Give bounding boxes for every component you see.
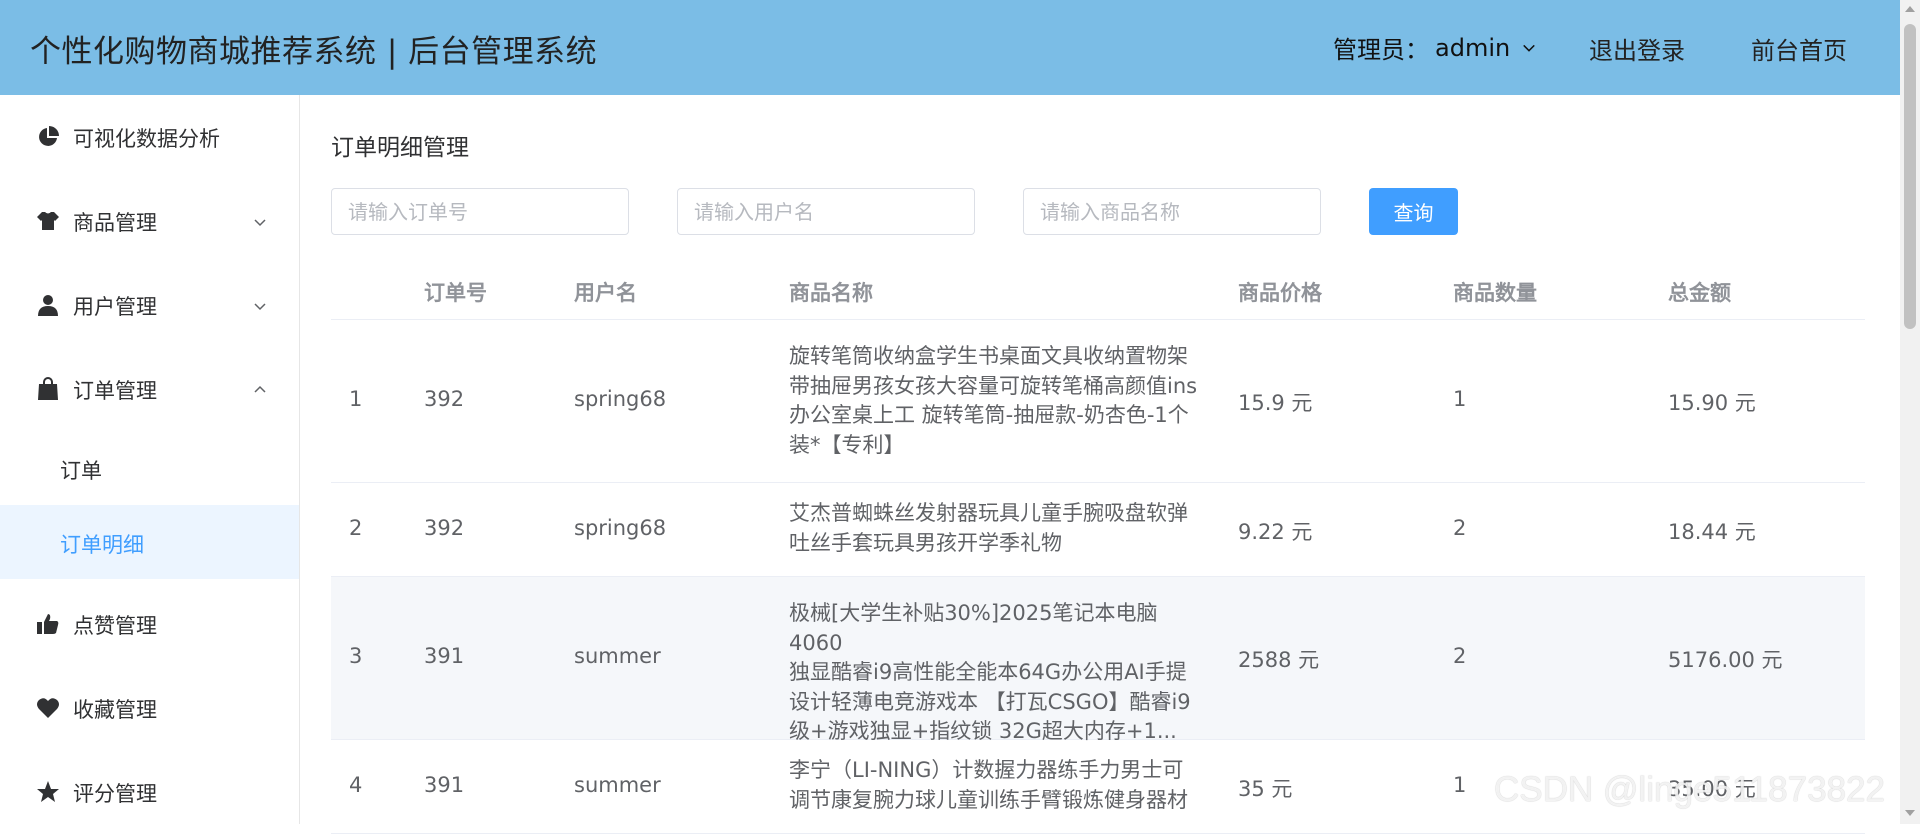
sidebar-subitem-order-details[interactable]: 订单明细 xyxy=(0,505,299,579)
pie-chart-icon xyxy=(39,126,59,146)
price-cell: 9.22 元 xyxy=(1238,520,1313,544)
heart-icon xyxy=(37,698,59,718)
column-header-total: 总金额 xyxy=(1668,281,1731,305)
price-cell: 15.9 元 xyxy=(1238,391,1313,415)
scroll-down-arrow-icon[interactable] xyxy=(1905,810,1915,816)
product-name-line: 调节康复腕力球儿童训练手臂锻炼健身器材 xyxy=(789,787,1188,812)
star-icon xyxy=(37,781,59,802)
quantity-cell: 2 xyxy=(1453,516,1467,540)
quantity-cell: 1 xyxy=(1453,773,1467,797)
sidebar-subitem-label: 订单明细 xyxy=(60,533,144,557)
quantity-cell: 1 xyxy=(1453,387,1467,411)
sidebar-item-products[interactable]: 商品管理 xyxy=(0,179,299,263)
table-header: 订单号 用户名 商品名称 商品价格 商品数量 总金额 xyxy=(331,262,1865,320)
chevron-down-icon xyxy=(254,219,266,227)
sidebar-item-label: 用户管理 xyxy=(73,295,157,319)
shopping-bag-icon xyxy=(38,377,58,400)
product-name-line: 装*【专利】 xyxy=(789,432,905,457)
sidebar-subitem-label: 订单 xyxy=(60,459,102,483)
sidebar-menu: 可视化数据分析 商品管理 用户管理 订单管理 订单 订单明细 点赞管理 收藏管理 xyxy=(0,95,300,824)
table-row[interactable]: 1 392 spring68 旋转笔筒收纳盒学生书桌面文具收纳置物架 带抽屉男孩… xyxy=(331,320,1865,483)
sidebar-item-label: 可视化数据分析 xyxy=(73,127,220,151)
total-cell: 18.44 元 xyxy=(1668,520,1756,544)
column-header-order-id: 订单号 xyxy=(424,281,487,305)
product-name-line: 设计轻薄电竞游戏本 【打瓦CSGO】酷睿i9 xyxy=(789,689,1191,714)
scroll-up-arrow-icon[interactable] xyxy=(1905,6,1915,12)
row-index: 1 xyxy=(349,387,363,411)
order-id-cell: 392 xyxy=(424,387,465,411)
order-id-cell: 392 xyxy=(424,516,465,540)
price-cell: 35 元 xyxy=(1238,777,1293,801)
table-row[interactable]: 2 392 spring68 艾杰普蜘蛛丝发射器玩具儿童手腕吸盘软弹 吐丝手套玩… xyxy=(331,483,1865,577)
thumbs-up-icon xyxy=(37,614,59,634)
column-header-price: 商品价格 xyxy=(1238,281,1322,305)
chevron-up-icon xyxy=(254,385,266,393)
frontpage-link[interactable]: 前台首页 xyxy=(1751,31,1847,66)
total-cell: 15.90 元 xyxy=(1668,391,1756,415)
order-id-cell: 391 xyxy=(424,644,465,668)
sidebar-item-ratings[interactable]: 评分管理 xyxy=(0,750,299,834)
product-name-line: 艾杰普蜘蛛丝发射器玩具儿童手腕吸盘软弹 xyxy=(789,501,1188,525)
top-header: 个性化购物商城推荐系统 | 后台管理系统 管理员： admin 退出登录 前台首… xyxy=(0,0,1900,95)
order-id-cell: 391 xyxy=(424,773,465,797)
price-cell: 2588 元 xyxy=(1238,648,1320,672)
product-name-line: 旋转笔筒收纳盒学生书桌面文具收纳置物架 xyxy=(789,344,1188,368)
username-cell: summer xyxy=(574,644,661,668)
column-header-quantity: 商品数量 xyxy=(1453,281,1537,305)
chevron-down-icon xyxy=(1523,44,1536,52)
username-cell: spring68 xyxy=(574,387,667,411)
sidebar-item-label: 收藏管理 xyxy=(73,698,157,722)
logout-link[interactable]: 退出登录 xyxy=(1589,31,1685,66)
product-name-input[interactable] xyxy=(1023,188,1321,235)
product-name-line: 极械[大学生补贴30%]2025笔记本电脑4060 xyxy=(789,601,1158,655)
row-index: 2 xyxy=(349,516,363,540)
product-name-line: 带抽屉男孩女孩大容量可旋转笔桶高颜值ins xyxy=(789,373,1198,398)
column-header-product-name: 商品名称 xyxy=(789,281,873,305)
row-index: 4 xyxy=(349,773,363,797)
sidebar-item-orders[interactable]: 订单管理 xyxy=(0,347,299,431)
product-name-cell: 旋转笔筒收纳盒学生书桌面文具收纳置物架 带抽屉男孩女孩大容量可旋转笔桶高颜值in… xyxy=(789,342,1209,460)
admin-name: admin xyxy=(1435,33,1511,62)
product-name-line: 吐丝手套玩具男孩开学季礼物 xyxy=(789,530,1062,555)
product-name-cell: 艾杰普蜘蛛丝发射器玩具儿童手腕吸盘软弹 吐丝手套玩具男孩开学季礼物 xyxy=(789,499,1209,558)
quantity-cell: 2 xyxy=(1453,644,1467,668)
sidebar-item-label: 商品管理 xyxy=(73,211,157,235)
sidebar-item-likes[interactable]: 点赞管理 xyxy=(0,582,299,666)
sidebar-item-data-analysis[interactable]: 可视化数据分析 xyxy=(0,95,299,179)
user-icon xyxy=(38,295,58,316)
username-cell: spring68 xyxy=(574,516,667,540)
watermark: CSDN @linge511873822 xyxy=(1494,770,1885,809)
total-cell: 5176.00 元 xyxy=(1668,648,1783,672)
tshirt-icon xyxy=(37,212,59,230)
username-input[interactable] xyxy=(677,188,975,235)
order-number-input[interactable] xyxy=(331,188,629,235)
product-name-line: 办公室桌上工 旋转笔筒-抽屉款-奶杏色-1个 xyxy=(789,403,1189,427)
column-header-username: 用户名 xyxy=(574,281,637,305)
sidebar-item-users[interactable]: 用户管理 xyxy=(0,263,299,347)
vertical-scrollbar[interactable] xyxy=(1900,0,1920,824)
sidebar-item-label: 点赞管理 xyxy=(73,614,157,638)
product-name-line: 独显酷睿i9高性能全能本64G办公用AI手提 xyxy=(789,660,1187,684)
app-title: 个性化购物商城推荐系统 | 后台管理系统 xyxy=(30,34,598,70)
admin-label: 管理员： xyxy=(1333,36,1429,64)
username-cell: summer xyxy=(574,773,661,797)
chevron-down-icon xyxy=(254,303,266,311)
product-name-cell: 李宁（LI-NING）计数握力器练手力男士可 调节康复腕力球儿童训练手臂锻炼健身… xyxy=(789,756,1209,815)
table-row[interactable]: 3 391 summer 极械[大学生补贴30%]2025笔记本电脑4060 独… xyxy=(331,577,1865,743)
order-detail-table: 订单号 用户名 商品名称 商品价格 商品数量 总金额 1 392 spring6… xyxy=(331,262,1865,834)
page-title: 订单明细管理 xyxy=(331,135,469,161)
product-name-line: 李宁（LI-NING）计数握力器练手力男士可 xyxy=(789,758,1184,782)
admin-dropdown[interactable]: 管理员： admin xyxy=(1333,30,1536,65)
sidebar-item-label: 订单管理 xyxy=(73,379,157,403)
row-index: 3 xyxy=(349,644,363,668)
product-name-cell: 极械[大学生补贴30%]2025笔记本电脑4060 独显酷睿i9高性能全能本64… xyxy=(789,599,1209,747)
sidebar-item-label: 评分管理 xyxy=(73,782,157,806)
query-button[interactable]: 查询 xyxy=(1369,188,1458,235)
scrollbar-thumb[interactable] xyxy=(1904,24,1916,329)
sidebar-subitem-orders[interactable]: 订单 xyxy=(0,431,299,505)
sidebar-item-favorites[interactable]: 收藏管理 xyxy=(0,666,299,750)
